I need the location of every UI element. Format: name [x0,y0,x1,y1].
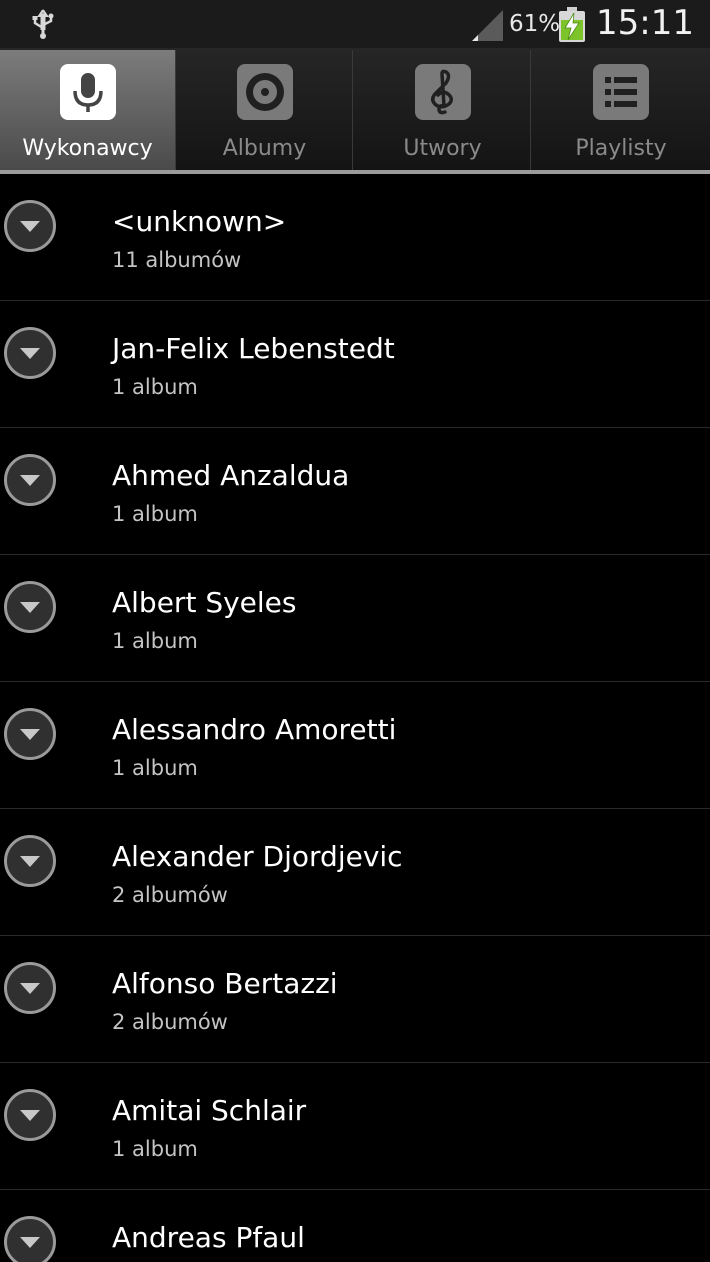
album-count: 11 albumów [112,248,242,272]
artist-name: Jan-Felix Lebenstedt [112,332,395,365]
list-item[interactable]: Albert Syeles 1 album [0,555,710,682]
list-item[interactable]: Jan-Felix Lebenstedt 1 album [0,301,710,428]
chevron-down-icon [20,983,40,994]
album-count: 1 album [112,756,198,780]
tab-playlists-label: Playlisty [575,136,667,161]
expand-button[interactable] [4,327,56,379]
album-count: 2 albumów [112,883,228,907]
expand-button[interactable] [4,708,56,760]
expand-button[interactable] [4,1089,56,1141]
list-item[interactable]: Alexander Djordjevic 2 albumów [0,809,710,936]
artist-name: Alfonso Bertazzi [112,967,338,1000]
list-item[interactable]: Andreas Pfaul [0,1190,710,1262]
artist-name: Amitai Schlair [112,1094,307,1127]
chevron-down-icon [20,475,40,486]
tab-albums-label: Albumy [222,136,307,161]
chevron-down-icon [20,856,40,867]
album-count: 2 albumów [112,1010,228,1034]
tab-artists[interactable]: Wykonawcy [0,50,176,170]
artist-name: Andreas Pfaul [112,1221,305,1254]
treble-clef-icon [415,64,471,120]
album-count: 1 album [112,375,198,399]
tab-albums[interactable]: Albumy [177,50,353,170]
album-count: 1 album [112,1137,198,1161]
chevron-down-icon [20,602,40,613]
artist-name: Ahmed Anzaldua [112,459,350,492]
artist-name: <unknown> [112,205,287,238]
disc-icon [237,64,293,120]
list-item[interactable]: <unknown> 11 albumów [0,174,710,301]
chevron-down-icon [20,221,40,232]
expand-button[interactable] [4,1216,56,1262]
tab-playlists[interactable]: Playlisty [533,50,709,170]
artist-list[interactable]: <unknown> 11 albumów Jan-Felix Lebensted… [0,174,710,1262]
chevron-down-icon [20,1110,40,1121]
battery-charging-icon [559,7,585,42]
tab-songs-label: Utwory [403,136,482,161]
list-item[interactable]: Alessandro Amoretti 1 album [0,682,710,809]
chevron-down-icon [20,729,40,740]
signal-icon [472,10,503,41]
clock: 15:11 [596,3,694,43]
expand-button[interactable] [4,581,56,633]
expand-button[interactable] [4,962,56,1014]
usb-icon [32,9,54,39]
status-bar: 61% 15:11 [0,0,710,48]
list-item[interactable]: Ahmed Anzaldua 1 album [0,428,710,555]
playlist-icon [593,64,649,120]
chevron-down-icon [20,1237,40,1248]
battery-percent: 61% [509,11,561,37]
artist-name: Alexander Djordjevic [112,840,403,873]
microphone-icon [60,64,116,120]
expand-button[interactable] [4,454,56,506]
artist-name: Alessandro Amoretti [112,713,397,746]
list-item[interactable]: Alfonso Bertazzi 2 albumów [0,936,710,1063]
tab-artists-label: Wykonawcy [22,136,153,161]
album-count: 1 album [112,629,198,653]
tab-songs[interactable]: Utwory [355,50,531,170]
expand-button[interactable] [4,200,56,252]
tab-bar: Wykonawcy Albumy Utwory Playlisty [0,48,710,174]
expand-button[interactable] [4,835,56,887]
list-item[interactable]: Amitai Schlair 1 album [0,1063,710,1190]
artist-name: Albert Syeles [112,586,297,619]
album-count: 1 album [112,502,198,526]
chevron-down-icon [20,348,40,359]
